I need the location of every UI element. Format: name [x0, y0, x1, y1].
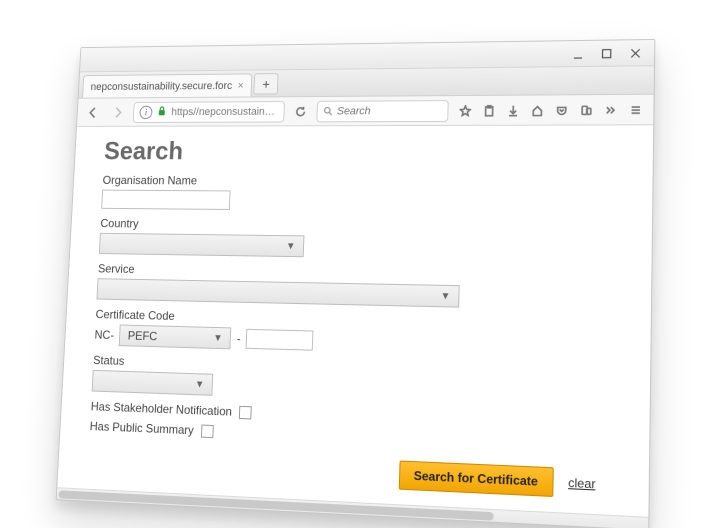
- browser-tab[interactable]: nepconsustainability.secure.forc ×: [82, 73, 252, 97]
- clear-link[interactable]: clear: [568, 475, 596, 491]
- new-tab-button[interactable]: +: [254, 73, 279, 94]
- organisation-label: Organisation Name: [102, 173, 611, 189]
- url-toolbar: i https//nepconsustainabilit: [77, 95, 654, 127]
- search-certificate-button[interactable]: Search for Certificate: [398, 460, 554, 497]
- close-icon: [630, 48, 640, 58]
- minimize-icon: [573, 48, 583, 58]
- scheme-select[interactable]: PEFC ▼: [119, 325, 232, 350]
- arrow-right-icon: [112, 106, 123, 117]
- clipboard-icon: [483, 104, 495, 116]
- arrow-left-icon: [87, 107, 98, 118]
- home-icon: [531, 104, 543, 116]
- organisation-input[interactable]: [101, 190, 230, 210]
- status-select[interactable]: ▼: [92, 370, 214, 396]
- field-organisation: Organisation Name: [101, 173, 611, 213]
- overflow-button[interactable]: [599, 98, 622, 120]
- certificate-prefix: NC-: [94, 328, 114, 342]
- certificate-number-input[interactable]: [246, 329, 314, 351]
- certificate-dash: -: [237, 332, 241, 346]
- window-minimize-button[interactable]: [564, 43, 593, 63]
- tab-close-icon[interactable]: ×: [237, 80, 243, 92]
- browser-search-box[interactable]: [316, 100, 449, 122]
- screenshot-button[interactable]: [478, 99, 500, 121]
- download-icon: [507, 104, 519, 116]
- public-summary-label: Has Public Summary: [89, 419, 194, 437]
- lock-icon: [157, 105, 168, 118]
- reload-icon: [294, 105, 306, 117]
- sync-icon: [580, 104, 593, 116]
- stakeholder-notification-checkbox[interactable]: [239, 405, 252, 419]
- downloads-button[interactable]: [502, 99, 525, 121]
- browser-window: nepconsustainability.secure.forc × + i h…: [56, 39, 656, 528]
- stakeholder-notification-label: Has Stakeholder Notification: [90, 399, 232, 418]
- address-bar[interactable]: i https//nepconsustainabilit: [133, 101, 285, 123]
- pocket-icon: [556, 104, 568, 116]
- site-info-icon: i: [139, 105, 152, 118]
- field-certificate-code: Certificate Code NC- PEFC ▼ -: [94, 307, 609, 360]
- page-content: Search Organisation Name Country ▼ Servi…: [57, 125, 653, 516]
- chevron-double-right-icon: [605, 104, 618, 116]
- page-title: Search: [103, 136, 611, 168]
- toolbar-icons: [454, 98, 647, 121]
- field-service: Service ▼: [96, 262, 609, 311]
- nav-forward-button[interactable]: [108, 102, 129, 123]
- maximize-icon: [601, 48, 611, 58]
- home-button[interactable]: [526, 99, 549, 121]
- chevron-down-icon: ▼: [195, 379, 205, 390]
- chevron-down-icon: ▼: [286, 241, 296, 252]
- search-icon: [323, 106, 333, 117]
- window-close-button[interactable]: [621, 43, 650, 64]
- reload-button[interactable]: [289, 100, 311, 121]
- hamburger-icon: [629, 103, 642, 115]
- browser-search-input[interactable]: [337, 105, 442, 117]
- field-country: Country ▼: [99, 216, 610, 262]
- bookmark-button[interactable]: [454, 99, 476, 121]
- star-icon: [459, 104, 471, 116]
- chevron-down-icon: ▼: [213, 332, 223, 343]
- window-maximize-button[interactable]: [592, 43, 621, 63]
- hamburger-menu-button[interactable]: [624, 98, 647, 121]
- country-select[interactable]: ▼: [99, 233, 305, 257]
- chevron-down-icon: ▼: [440, 290, 450, 301]
- public-summary-checkbox[interactable]: [201, 424, 214, 438]
- nav-back-button[interactable]: [83, 102, 104, 123]
- scheme-select-value: PEFC: [127, 329, 157, 344]
- pocket-button[interactable]: [550, 99, 573, 121]
- service-select[interactable]: ▼: [96, 278, 459, 307]
- address-bar-text: https//nepconsustainabilit: [171, 105, 278, 117]
- browser-tab-label: nepconsustainability.secure.forc: [90, 80, 232, 93]
- sync-button[interactable]: [575, 99, 598, 121]
